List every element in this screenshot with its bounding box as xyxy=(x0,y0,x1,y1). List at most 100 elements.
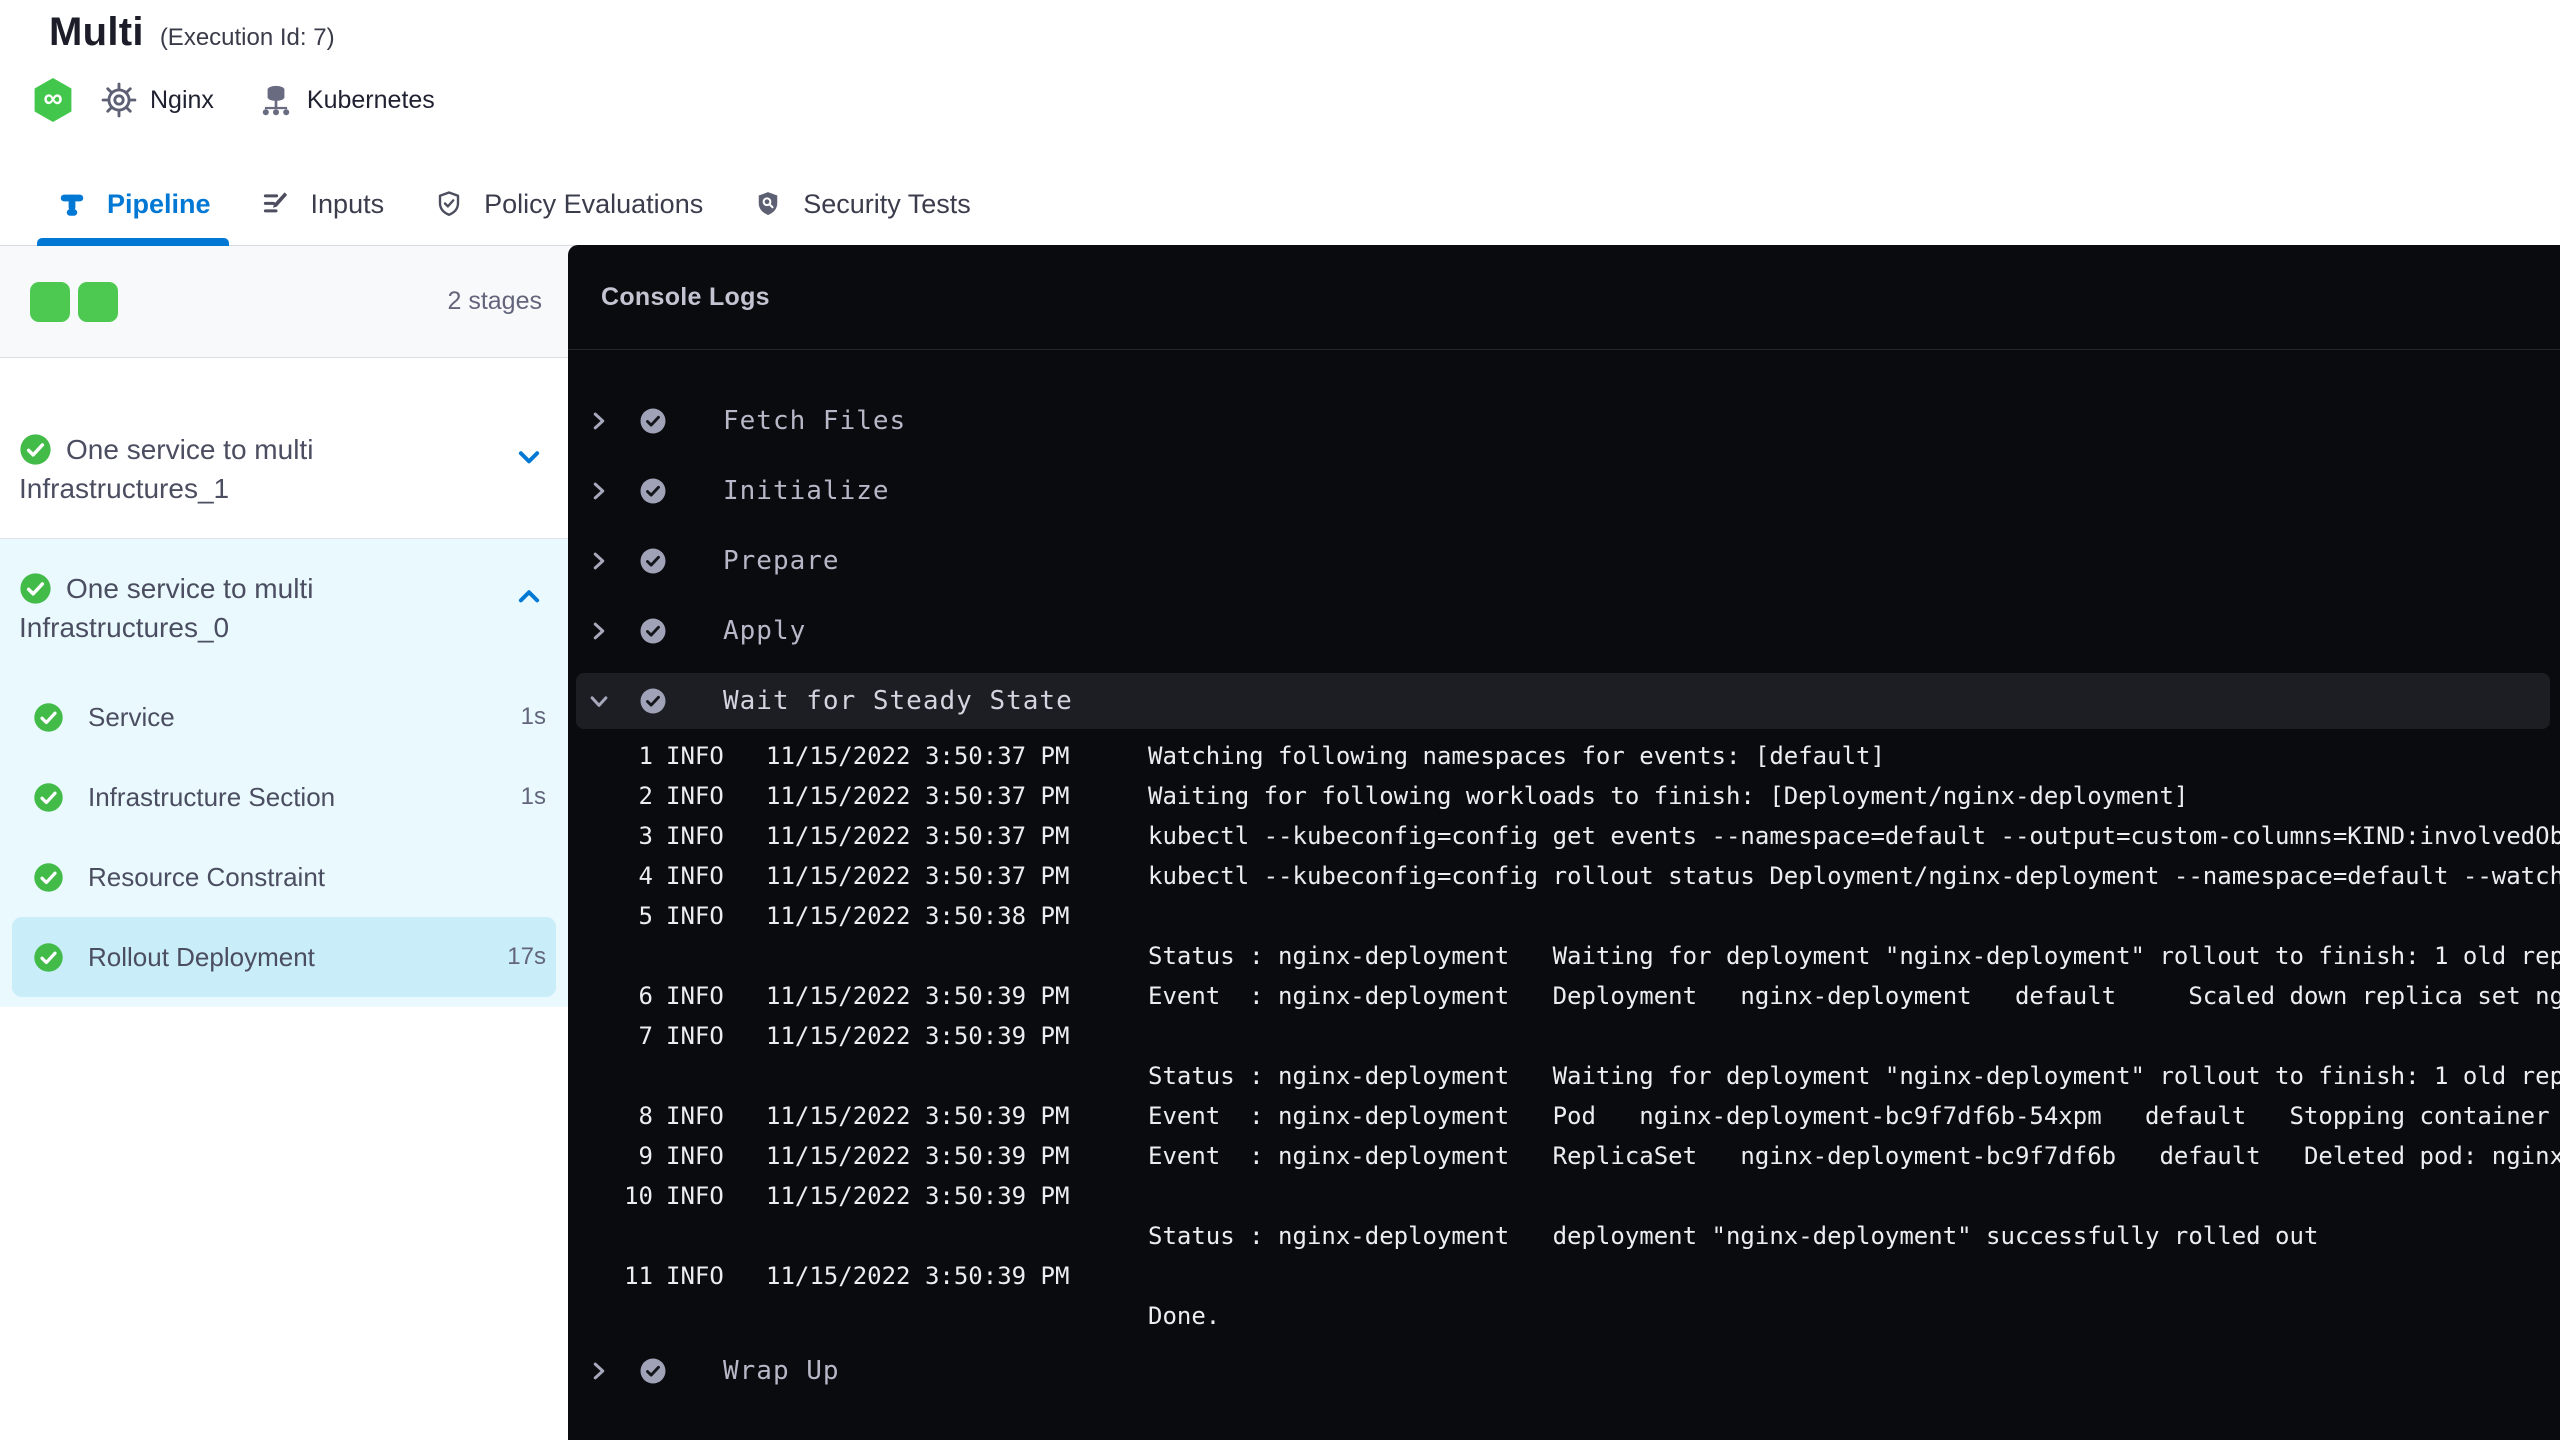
inputs-icon xyxy=(263,192,287,213)
log-timestamp: 11/15/2022 3:50:37 PM xyxy=(766,862,1070,890)
tab-security-tests[interactable]: Security Tests xyxy=(753,163,971,245)
console-step-row-fetch-files[interactable]: Fetch Files xyxy=(568,386,2560,456)
log-area: 1 INFO 11/15/2022 3:50:37 PM Watching follo… xyxy=(568,736,2560,1336)
tab-label: Pipeline xyxy=(107,188,211,219)
console-step-row-prepare[interactable]: Prepare xyxy=(568,526,2560,596)
tab-inputs[interactable]: Inputs xyxy=(261,163,385,245)
log-line: 3 INFO 11/15/2022 3:50:37 PM kubectl --kube… xyxy=(568,816,2560,856)
log-timestamp: 11/15/2022 3:50:37 PM xyxy=(766,782,1070,810)
log-timestamp: 11/15/2022 3:50:39 PM xyxy=(766,1022,1070,1050)
tab-label: Inputs xyxy=(310,188,385,219)
log-number: 10 xyxy=(624,1182,653,1210)
chevron-right-icon[interactable] xyxy=(584,616,614,646)
stage-header[interactable]: One service to multi Infrastructures_1 xyxy=(0,400,568,538)
log-number: 1 xyxy=(638,742,653,770)
log-level: INFO xyxy=(666,982,724,1010)
step-duration: 1s xyxy=(520,703,546,730)
step-success-icon xyxy=(640,618,666,644)
chevron-down-icon[interactable] xyxy=(514,442,544,472)
success-check-icon xyxy=(20,434,51,465)
stage-count: 2 stages xyxy=(447,287,542,315)
log-level: INFO xyxy=(666,742,724,770)
tab-bar: Pipeline Inputs Policy Evaluations Security… xyxy=(0,163,2560,246)
log-line: 4 INFO 11/15/2022 3:50:37 PM kubectl --kube… xyxy=(568,856,2560,896)
log-timestamp: 11/15/2022 3:50:39 PM xyxy=(766,982,1070,1010)
log-line: Status : nginx-deployment Waiting for de… xyxy=(568,936,2560,976)
stage-label: One service to multi Infrastructures_0 xyxy=(19,573,314,643)
log-level: INFO xyxy=(666,1262,724,1290)
log-line: Done. xyxy=(568,1296,2560,1336)
tab-label: Security Tests xyxy=(803,188,971,219)
step-label: Resource Constraint xyxy=(88,861,325,892)
success-check-icon xyxy=(20,573,51,604)
chevron-up-icon[interactable] xyxy=(514,581,544,611)
log-line: Status : nginx-deployment deployment "ng… xyxy=(568,1216,2560,1256)
gear-icon xyxy=(101,82,137,118)
stage-sidebar: 2 stages One service to multi Infrastruc… xyxy=(0,246,568,1440)
chevron-down-icon[interactable] xyxy=(584,686,614,716)
chevron-right-icon[interactable] xyxy=(584,406,614,436)
stage-header[interactable]: One service to multi Infrastructures_0 xyxy=(0,539,568,677)
stage-status-square xyxy=(78,281,118,322)
stage-steps: Service 1s Infrastructure Section 1s Resourc… xyxy=(0,677,568,1007)
stage-status-squares xyxy=(30,281,118,322)
tab-pipeline[interactable]: Pipeline xyxy=(37,163,229,246)
infrastructure-icon xyxy=(262,85,290,116)
stage-summary: 2 stages xyxy=(0,246,568,358)
title-row: Multi (Execution Id: 7) xyxy=(49,10,335,55)
log-line: 2 INFO 11/15/2022 3:50:37 PM Waiting for fo… xyxy=(568,776,2560,816)
step-duration: 1s xyxy=(520,783,546,810)
log-message: Event : nginx-deployment Pod nginx-deplo… xyxy=(1148,1102,2550,1130)
console-step-row-wrap-up[interactable]: Wrap Up xyxy=(568,1336,2560,1406)
stage-card-one-service-to-multi-infrastructures-0: One service to multi Infrastructures_0 Se… xyxy=(0,538,568,1007)
log-level: INFO xyxy=(666,1182,724,1210)
log-number: 6 xyxy=(638,982,653,1010)
pipeline-execution-page: Multi (Execution Id: 7) ∞ Nginx Kubernet… xyxy=(0,0,2560,1440)
execution-id: (Execution Id: 7) xyxy=(159,24,335,51)
page-title: Multi xyxy=(49,10,144,54)
log-timestamp: 11/15/2022 3:50:39 PM xyxy=(766,1102,1070,1130)
log-timestamp: 11/15/2022 3:50:38 PM xyxy=(766,902,1070,930)
log-message: Status : nginx-deployment deployment "ng… xyxy=(1148,1222,2319,1250)
chevron-right-icon[interactable] xyxy=(584,476,614,506)
log-message: Status : nginx-deployment Waiting for de… xyxy=(1148,942,2560,970)
log-timestamp: 11/15/2022 3:50:37 PM xyxy=(766,742,1070,770)
log-message: Status : nginx-deployment Waiting for de… xyxy=(1148,1062,2560,1090)
service-label: Nginx xyxy=(150,85,214,114)
step-success-icon xyxy=(640,688,666,714)
success-check-icon xyxy=(34,942,63,972)
harness-cd-icon: ∞ xyxy=(34,78,72,122)
chevron-right-icon[interactable] xyxy=(584,1356,614,1386)
step-row-service[interactable]: Service 1s xyxy=(0,677,568,757)
log-message: kubectl --kubeconfig=config rollout stat… xyxy=(1148,862,2560,890)
step-success-icon xyxy=(640,548,666,574)
log-message: Event : nginx-deployment ReplicaSet ngin… xyxy=(1148,1142,2560,1170)
tab-label: Policy Evaluations xyxy=(484,188,704,219)
log-line: Status : nginx-deployment Waiting for de… xyxy=(568,1056,2560,1096)
step-success-icon xyxy=(640,1358,666,1384)
step-label: Service xyxy=(88,701,175,732)
tab-policy-evaluations[interactable]: Policy Evaluations xyxy=(434,163,703,245)
console-step-row-wait-for-steady-state[interactable]: Wait for Steady State xyxy=(576,673,2550,729)
execution-header: Multi (Execution Id: 7) ∞ Nginx Kubernet… xyxy=(0,0,2560,163)
log-message: Event : nginx-deployment Deployment ngin… xyxy=(1148,982,2560,1010)
log-message: Watching following namespaces for events… xyxy=(1148,742,1885,770)
console-steps: Fetch Files Initialize Prepare Apply Wait fo… xyxy=(568,350,2560,1406)
console-step-row-apply[interactable]: Apply xyxy=(568,596,2560,666)
success-check-icon xyxy=(34,862,63,892)
step-row-rollout-deployment[interactable]: Rollout Deployment 17s xyxy=(12,917,556,997)
step-row-resource-constraint[interactable]: Resource Constraint xyxy=(0,837,568,917)
step-label: Rollout Deployment xyxy=(88,941,315,972)
security-tests-icon xyxy=(758,192,778,215)
step-row-infrastructure-section[interactable]: Infrastructure Section 1s xyxy=(0,757,568,837)
log-number: 9 xyxy=(638,1142,653,1170)
step-label: Infrastructure Section xyxy=(88,781,336,812)
pipeline-icon xyxy=(60,194,84,216)
chevron-right-icon[interactable] xyxy=(584,546,614,576)
log-level: INFO xyxy=(666,1102,724,1130)
console-step-row-initialize[interactable]: Initialize xyxy=(568,456,2560,526)
success-check-icon xyxy=(34,702,63,732)
log-number: 11 xyxy=(624,1262,653,1290)
log-timestamp: 11/15/2022 3:50:39 PM xyxy=(766,1182,1070,1210)
step-duration: 17s xyxy=(507,943,546,970)
